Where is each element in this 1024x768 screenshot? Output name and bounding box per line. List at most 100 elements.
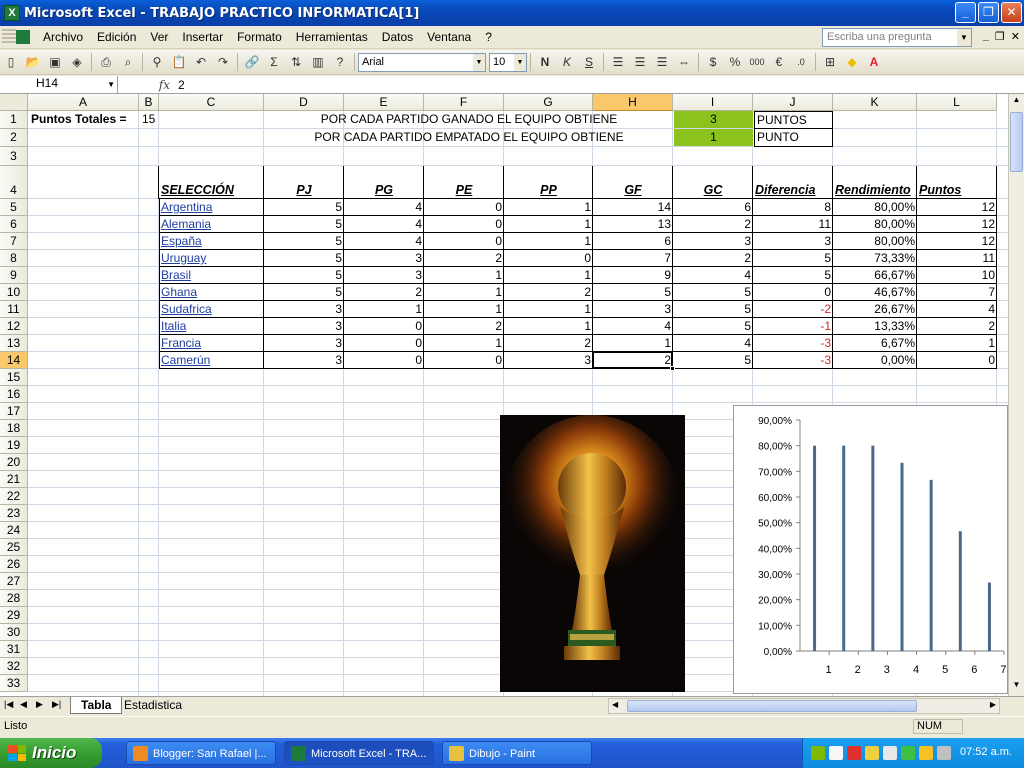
draw-points-unit[interactable]: PUNTO: [754, 128, 833, 147]
horizontal-scrollbar[interactable]: ◀ ▶: [608, 698, 1000, 714]
table-cell[interactable]: -3: [753, 335, 833, 351]
table-cell[interactable]: 0: [344, 352, 424, 368]
font-name-select[interactable]: Arial ▼: [358, 52, 486, 72]
table-cell[interactable]: 0: [504, 250, 593, 266]
row-header-20[interactable]: 20: [0, 454, 28, 471]
table-cell[interactable]: 3: [504, 352, 593, 368]
team-link[interactable]: Brasil: [159, 267, 264, 283]
table-cell[interactable]: 14: [593, 199, 673, 215]
row-header-26[interactable]: 26: [0, 556, 28, 573]
task-blogger[interactable]: Blogger: San Rafael |...: [126, 741, 276, 765]
menu-help[interactable]: ?: [478, 30, 499, 44]
sort-ascending-icon[interactable]: ⇅: [286, 52, 306, 72]
team-link[interactable]: Italia: [159, 318, 264, 334]
table-cell[interactable]: 11: [753, 216, 833, 232]
table-cell[interactable]: 2: [673, 250, 753, 266]
menu-ventana[interactable]: Ventana: [420, 30, 478, 44]
table-cell[interactable]: 3: [264, 301, 344, 317]
row-header-9[interactable]: 9: [0, 267, 28, 284]
next-sheet-icon[interactable]: ▶: [36, 699, 43, 710]
team-link[interactable]: España: [159, 233, 264, 249]
row-header-18[interactable]: 18: [0, 420, 28, 437]
close-button[interactable]: ✕: [1001, 2, 1022, 23]
table-cell[interactable]: 13: [593, 216, 673, 232]
row-header-21[interactable]: 21: [0, 471, 28, 488]
row-header-3[interactable]: 3: [0, 147, 28, 166]
table-cell[interactable]: 9: [593, 267, 673, 283]
table-cell[interactable]: 0: [753, 284, 833, 300]
antivirus-icon[interactable]: [847, 746, 861, 760]
menu-formato[interactable]: Formato: [230, 30, 289, 44]
table-cell[interactable]: 1: [504, 216, 593, 232]
row-header-2[interactable]: 2: [0, 129, 28, 147]
draw-points-value[interactable]: 1: [674, 129, 753, 146]
vertical-scrollbar[interactable]: ▲ ▼: [1008, 94, 1024, 696]
team-link[interactable]: Francia: [159, 335, 264, 351]
column-header-i[interactable]: I: [673, 94, 753, 111]
table-cell[interactable]: 4: [344, 199, 424, 215]
safely-remove-icon[interactable]: [901, 746, 915, 760]
row-header-32[interactable]: 32: [0, 658, 28, 675]
table-cell[interactable]: -2: [753, 301, 833, 317]
table-cell[interactable]: 3: [264, 352, 344, 368]
worksheet-grid[interactable]: ABCDEFGHIJKL 1 2 3 4 5 6 7 8 9 10 11 12 13 14 15 16 17 18…: [0, 94, 1008, 696]
team-link[interactable]: Uruguay: [159, 250, 264, 266]
merge-center-icon[interactable]: ⇔: [674, 52, 694, 72]
function-icon[interactable]: fx: [118, 78, 174, 92]
table-cell[interactable]: 3: [344, 267, 424, 283]
row-header-33[interactable]: 33: [0, 675, 28, 692]
table-cell[interactable]: 7: [917, 284, 997, 300]
table-cell[interactable]: 4: [344, 233, 424, 249]
table-cell[interactable]: 1: [344, 301, 424, 317]
table-header[interactable]: SELECCIÓN: [159, 182, 264, 198]
table-cell[interactable]: 3: [264, 318, 344, 334]
column-header-g[interactable]: G: [504, 94, 593, 111]
task-excel[interactable]: Microsoft Excel - TRA...: [284, 741, 434, 765]
help-icon[interactable]: ?: [330, 52, 350, 72]
table-cell[interactable]: 1: [424, 267, 504, 283]
table-cell[interactable]: 2: [673, 216, 753, 232]
table-cell[interactable]: 2: [424, 318, 504, 334]
row-header-8[interactable]: 8: [0, 250, 28, 267]
excel-app-icon[interactable]: X: [4, 5, 20, 21]
column-header-d[interactable]: D: [264, 94, 344, 111]
table-cell[interactable]: 73,33%: [833, 250, 917, 266]
doc-restore-button[interactable]: ❐: [995, 30, 1005, 43]
table-cell[interactable]: 0: [917, 352, 997, 368]
row-header-19[interactable]: 19: [0, 437, 28, 454]
row-header-10[interactable]: 10: [0, 284, 28, 301]
align-right-icon[interactable]: ☰: [652, 52, 672, 72]
puntos-totales-value[interactable]: 15: [140, 111, 160, 127]
row-header-11[interactable]: 11: [0, 301, 28, 318]
table-cell[interactable]: 2: [424, 250, 504, 266]
ask-question-box[interactable]: Escriba una pregunta ▼: [822, 28, 972, 47]
row-header-1[interactable]: 1: [0, 111, 28, 129]
percent-icon[interactable]: %: [725, 52, 745, 72]
win-points-text[interactable]: POR CADA PARTIDO GANADO EL EQUIPO OBTIEN…: [265, 111, 673, 127]
draw-points-text[interactable]: POR CADA PARTIDO EMPATADO EL EQUIPO OBTI…: [265, 129, 673, 145]
win-points-value[interactable]: 3: [674, 111, 753, 128]
increase-decimal-icon[interactable]: .0: [791, 52, 811, 72]
table-cell[interactable]: 13,33%: [833, 318, 917, 334]
table-cell[interactable]: 1: [424, 301, 504, 317]
row-header-23[interactable]: 23: [0, 505, 28, 522]
print-preview-icon[interactable]: ⌕: [118, 52, 138, 72]
messenger-icon[interactable]: [865, 746, 879, 760]
table-cell[interactable]: 1: [593, 335, 673, 351]
tab-estadistica[interactable]: Estadistica: [114, 697, 192, 714]
row-header-16[interactable]: 16: [0, 386, 28, 403]
row-header-4[interactable]: 4: [0, 166, 28, 199]
table-cell[interactable]: 5: [673, 284, 753, 300]
align-left-icon[interactable]: ☰: [608, 52, 628, 72]
euro-icon[interactable]: €: [769, 52, 789, 72]
table-header[interactable]: GC: [673, 182, 753, 198]
hyperlink-icon[interactable]: 🔗: [242, 52, 262, 72]
table-cell[interactable]: 0: [344, 335, 424, 351]
autosum-icon[interactable]: Σ: [264, 52, 284, 72]
table-header[interactable]: Rendimiento: [833, 182, 917, 198]
table-cell[interactable]: 0,00%: [833, 352, 917, 368]
table-cell[interactable]: 5: [673, 318, 753, 334]
font-size-select[interactable]: 10 ▼: [489, 52, 527, 72]
tools-icon[interactable]: [937, 746, 951, 760]
row-header-13[interactable]: 13: [0, 335, 28, 352]
